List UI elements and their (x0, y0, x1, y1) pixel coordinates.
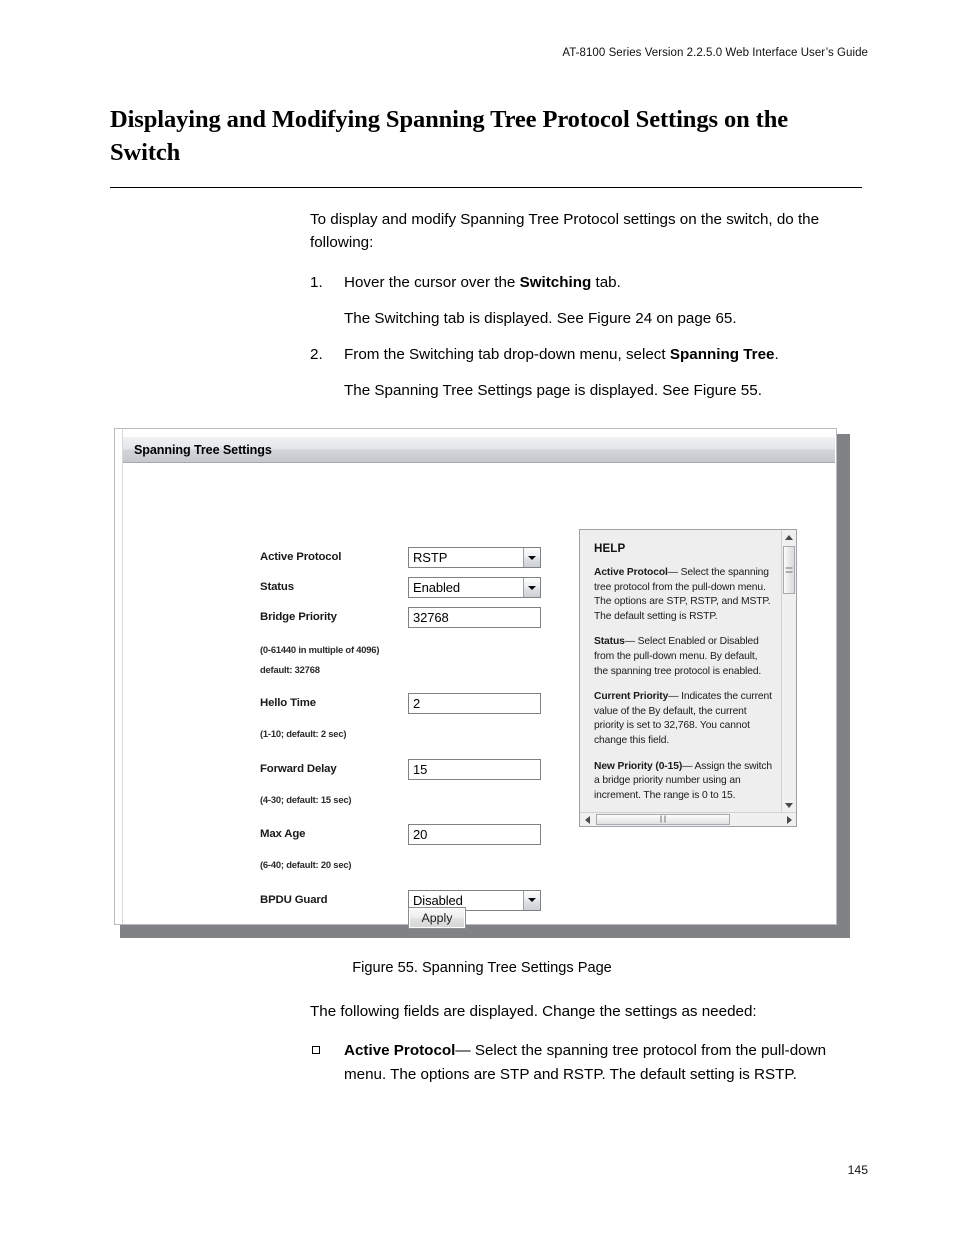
help-term-status: Status (594, 636, 625, 648)
help-term-new-priority: New Priority (0-15) (594, 760, 683, 772)
apply-button[interactable]: Apply (408, 907, 466, 929)
page-number: 145 (847, 1163, 868, 1177)
figure-caption: Figure 55. Spanning Tree Settings Page (352, 960, 612, 976)
after-figure-paragraph: The following fields are displayed. Chan… (310, 1003, 757, 1020)
help-entry-current-priority: Current Priority— Indicates the current … (594, 690, 773, 748)
scroll-down-arrow-icon[interactable] (782, 798, 796, 812)
status-value: Enabled (409, 578, 523, 597)
window-left-gutter (115, 429, 123, 924)
help-entry-active-protocol: Active Protocol— Select the spanning tre… (594, 566, 773, 624)
help-panel-content: HELP Active Protocol— Select the spannin… (580, 530, 781, 812)
field-description-list: Active Protocol— Select the spanning tre… (310, 1039, 872, 1086)
step-1-subtext: The Switching tab is displayed. See Figu… (344, 309, 737, 327)
hint-forward-delay: (4-30; default: 15 sec) (260, 793, 352, 805)
step-2-text-post: . (774, 346, 779, 363)
active-protocol-value: RSTP (409, 548, 523, 567)
running-header: AT-8100 Series Version 2.2.5.0 Web Inter… (562, 47, 868, 59)
step-2-text: From the Switching tab drop-down menu, s… (344, 346, 779, 363)
horizontal-scrollbar-track[interactable] (594, 813, 782, 827)
hint-bridge-priority-default: default: 32768 (260, 663, 320, 675)
active-protocol-select-box[interactable]: RSTP (408, 547, 541, 568)
label-bpdu-guard: BPDU Guard (260, 893, 328, 906)
help-title: HELP (594, 542, 626, 555)
list-item: Active Protocol— Select the spanning tre… (310, 1039, 872, 1086)
square-bullet-icon (312, 1046, 320, 1055)
settings-form: Active Protocol RSTP Status Enabled Brid… (260, 547, 590, 920)
intro-paragraph: To display and modify Spanning Tree Prot… (310, 211, 820, 252)
step-1-text-pre: Hover the cursor over the (344, 273, 520, 291)
status-select[interactable]: Enabled (408, 577, 541, 598)
bullet-term-active-protocol: Active Protocol (344, 1042, 456, 1060)
field-row-hello-time: Hello Time 2 (260, 693, 590, 723)
label-status: Status (260, 581, 294, 593)
forward-delay-input-wrap[interactable]: 15 (408, 758, 541, 780)
page-title: Displaying and Modifying Spanning Tree P… (110, 106, 789, 166)
help-vertical-scrollbar[interactable] (781, 530, 796, 812)
help-entry-new-priority: New Priority (0-15)— Assign the switch a… (594, 760, 773, 804)
chevron-down-icon[interactable] (523, 548, 540, 567)
scroll-up-arrow-icon[interactable] (782, 530, 796, 544)
label-max-age: Max Age (260, 828, 306, 841)
hint-hello-time: (1-10; default: 2 sec) (260, 728, 347, 740)
max-age-input-wrap[interactable]: 20 (408, 824, 541, 846)
step-1-text: Hover the cursor over the Switching tab. (344, 274, 621, 291)
step-2-text-bold: Spanning Tree (669, 346, 775, 363)
step-1-text-bold: Switching (519, 273, 592, 291)
step-2: 2. From the Switching tab drop-down menu… (310, 343, 872, 403)
page-heading-block: Displaying and Modifying Spanning Tree P… (110, 104, 862, 196)
help-horizontal-scrollbar[interactable] (580, 812, 796, 826)
step-1: 1. Hover the cursor over the Switching t… (310, 271, 872, 331)
window-title: Spanning Tree Settings (134, 442, 272, 457)
scroll-right-arrow-icon[interactable] (782, 813, 796, 827)
hello-time-input-wrap[interactable]: 2 (408, 693, 541, 715)
figure-55: Spanning Tree Settings Active Protocol R… (114, 428, 850, 938)
field-row-bridge-priority: Bridge Priority 32768 (260, 607, 590, 637)
help-entry-status: Status— Select Enabled or Disabled from … (594, 635, 773, 679)
help-term-current-priority: Current Priority (594, 691, 669, 703)
procedure-steps: 1. Hover the cursor over the Switching t… (310, 271, 872, 403)
spanning-tree-settings-window: Spanning Tree Settings Active Protocol R… (114, 428, 837, 929)
step-1-text-post: tab. (591, 273, 621, 291)
step-2-text-pre: From the Switching tab drop-down menu, s… (344, 346, 670, 363)
status-select-box[interactable]: Enabled (408, 577, 541, 598)
label-active-protocol: Active Protocol (260, 551, 342, 563)
help-term-active-protocol: Active Protocol (594, 567, 668, 578)
heading-divider (110, 187, 862, 189)
field-row-max-age: Max Age 20 (260, 824, 590, 854)
label-bridge-priority: Bridge Priority (260, 611, 337, 623)
max-age-input[interactable]: 20 (408, 824, 541, 846)
bridge-priority-input[interactable]: 32768 (408, 607, 541, 628)
active-protocol-select[interactable]: RSTP (408, 547, 541, 568)
hello-time-input[interactable]: 2 (408, 693, 541, 715)
field-row-active-protocol: Active Protocol RSTP (260, 547, 590, 577)
after-figure-section: The following fields are displayed. Chan… (310, 1000, 872, 1098)
field-row-status: Status Enabled (260, 577, 590, 607)
step-2-number: 2. (310, 346, 323, 363)
step-2-subtext: The Spanning Tree Settings page is displ… (344, 382, 762, 400)
window-titlebar: Spanning Tree Settings (123, 437, 835, 463)
scroll-left-arrow-icon[interactable] (580, 813, 594, 827)
hint-bridge-priority-range: (0-61440 in multiple of 4096) (260, 644, 380, 655)
bridge-priority-input-wrap[interactable]: 32768 (408, 607, 541, 628)
horizontal-scrollbar-thumb[interactable] (596, 813, 730, 825)
label-forward-delay: Forward Delay (260, 762, 337, 775)
help-panel: HELP Active Protocol— Select the spannin… (579, 529, 797, 827)
step-1-number: 1. (310, 273, 323, 291)
forward-delay-input[interactable]: 15 (408, 758, 541, 780)
vertical-scrollbar-thumb[interactable] (783, 546, 795, 594)
label-hello-time: Hello Time (260, 697, 316, 710)
window-content: Active Protocol RSTP Status Enabled Brid… (124, 464, 835, 929)
field-row-forward-delay: Forward Delay 15 (260, 758, 590, 789)
chevron-down-icon[interactable] (523, 890, 540, 910)
chevron-down-icon[interactable] (523, 578, 540, 597)
intro-section: To display and modify Spanning Tree Prot… (310, 208, 872, 416)
apply-button-wrap: Apply (408, 907, 466, 929)
hint-max-age: (6-40; default: 20 sec) (260, 859, 352, 871)
